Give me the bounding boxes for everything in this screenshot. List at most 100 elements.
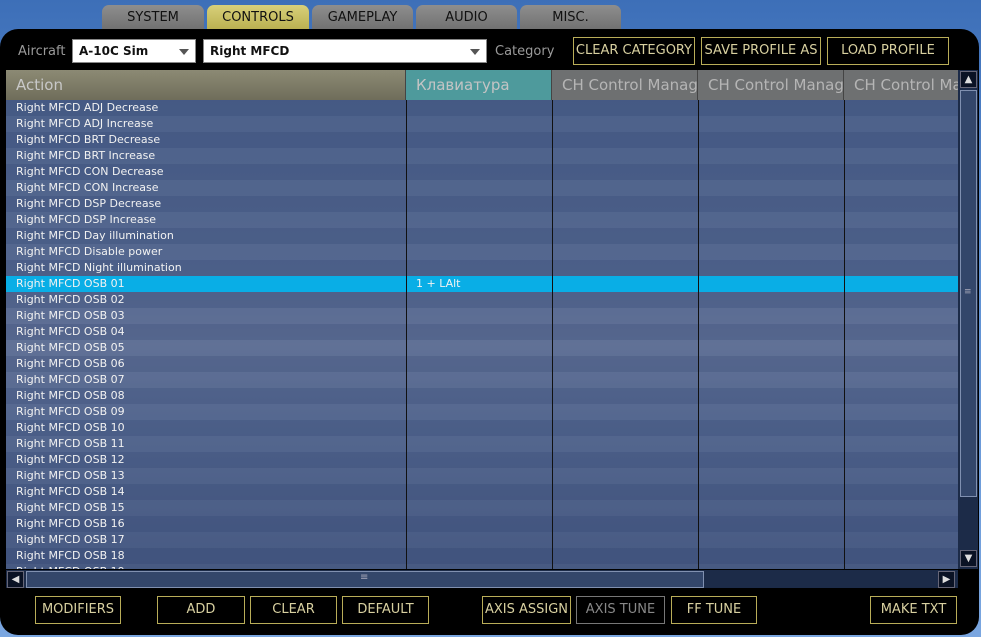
keyboard-binding-cell[interactable] xyxy=(406,212,552,228)
action-cell[interactable]: Right MFCD OSB 12 xyxy=(6,452,406,468)
action-cell[interactable]: Right MFCD OSB 17 xyxy=(6,532,406,548)
keyboard-binding-cell[interactable] xyxy=(406,132,552,148)
vertical-scroll-thumb[interactable]: ≡ xyxy=(960,90,977,497)
table-row[interactable]: Right MFCD BRT Decrease xyxy=(6,132,958,148)
add-button[interactable]: ADD xyxy=(157,596,245,624)
table-row[interactable]: Right MFCD OSB 11 xyxy=(6,436,958,452)
vertical-scrollbar[interactable]: ▲ ≡ ▼ xyxy=(958,70,978,569)
action-cell[interactable]: Right MFCD BRT Decrease xyxy=(6,132,406,148)
modifiers-button[interactable]: MODIFIERS xyxy=(35,596,121,624)
table-row[interactable]: Right MFCD ADJ Decrease xyxy=(6,100,958,116)
action-cell[interactable]: Right MFCD OSB 11 xyxy=(6,436,406,452)
keyboard-binding-cell[interactable] xyxy=(406,116,552,132)
keyboard-binding-cell[interactable] xyxy=(406,196,552,212)
scroll-left-icon[interactable]: ◀ xyxy=(7,571,24,588)
action-cell[interactable]: Right MFCD OSB 14 xyxy=(6,484,406,500)
keyboard-binding-cell[interactable] xyxy=(406,292,552,308)
table-row[interactable]: Right MFCD OSB 09 xyxy=(6,404,958,420)
table-row[interactable]: Right MFCD OSB 08 xyxy=(6,388,958,404)
table-row[interactable]: Right MFCD OSB 18 xyxy=(6,548,958,564)
keyboard-binding-cell[interactable] xyxy=(406,340,552,356)
keyboard-binding-cell[interactable] xyxy=(406,244,552,260)
table-row[interactable]: Right MFCD OSB 03 xyxy=(6,308,958,324)
device-select[interactable]: Right MFCD xyxy=(203,39,487,63)
table-row[interactable]: Right MFCD OSB 15 xyxy=(6,500,958,516)
table-row[interactable]: Right MFCD OSB 05 xyxy=(6,340,958,356)
column-header-keyboard[interactable]: Клавиатура xyxy=(406,70,552,100)
column-header-device-2[interactable]: CH Control Manager xyxy=(698,70,844,100)
table-row[interactable]: Right MFCD ADJ Increase xyxy=(6,116,958,132)
keyboard-binding-cell[interactable]: 1 + LAlt xyxy=(406,276,552,292)
load-profile-button[interactable]: LOAD PROFILE xyxy=(827,37,949,65)
action-cell[interactable]: Right MFCD OSB 01 xyxy=(6,276,406,292)
keyboard-binding-cell[interactable] xyxy=(406,564,552,569)
table-row[interactable]: Right MFCD OSB 02 xyxy=(6,292,958,308)
clear-button[interactable]: CLEAR xyxy=(250,596,337,624)
action-cell[interactable]: Right MFCD OSB 09 xyxy=(6,404,406,420)
table-row[interactable]: Right MFCD DSP Increase xyxy=(6,212,958,228)
save-profile-button[interactable]: SAVE PROFILE AS xyxy=(701,37,821,65)
table-row[interactable]: Right MFCD Day illumination xyxy=(6,228,958,244)
axis-assign-button[interactable]: AXIS ASSIGN xyxy=(482,596,571,624)
table-row[interactable]: Right MFCD OSB 13 xyxy=(6,468,958,484)
keyboard-binding-cell[interactable] xyxy=(406,324,552,340)
action-cell[interactable]: Right MFCD BRT Increase xyxy=(6,148,406,164)
keyboard-binding-cell[interactable] xyxy=(406,180,552,196)
action-cell[interactable]: Right MFCD OSB 16 xyxy=(6,516,406,532)
table-row[interactable]: Right MFCD OSB 16 xyxy=(6,516,958,532)
action-cell[interactable]: Right MFCD OSB 18 xyxy=(6,548,406,564)
keyboard-binding-cell[interactable] xyxy=(406,500,552,516)
table-row[interactable]: Right MFCD OSB 06 xyxy=(6,356,958,372)
keyboard-binding-cell[interactable] xyxy=(406,516,552,532)
keyboard-binding-cell[interactable] xyxy=(406,484,552,500)
action-cell[interactable]: Right MFCD OSB 04 xyxy=(6,324,406,340)
keyboard-binding-cell[interactable] xyxy=(406,548,552,564)
table-row[interactable]: Right MFCD Night illumination xyxy=(6,260,958,276)
keyboard-binding-cell[interactable] xyxy=(406,420,552,436)
action-cell[interactable]: Right MFCD OSB 08 xyxy=(6,388,406,404)
aircraft-select[interactable]: A-10C Sim xyxy=(72,39,196,63)
keyboard-binding-cell[interactable] xyxy=(406,532,552,548)
column-header-device-1[interactable]: CH Control Manager xyxy=(552,70,698,100)
action-cell[interactable]: Right MFCD OSB 06 xyxy=(6,356,406,372)
keyboard-binding-cell[interactable] xyxy=(406,404,552,420)
column-header-device-3[interactable]: CH Control Manager xyxy=(844,70,958,100)
table-row[interactable]: Right MFCD OSB 07 xyxy=(6,372,958,388)
keyboard-binding-cell[interactable] xyxy=(406,308,552,324)
keyboard-binding-cell[interactable] xyxy=(406,356,552,372)
table-row[interactable]: Right MFCD OSB 14 xyxy=(6,484,958,500)
table-row[interactable]: Right MFCD CON Decrease xyxy=(6,164,958,180)
action-cell[interactable]: Right MFCD Day illumination xyxy=(6,228,406,244)
clear-category-button[interactable]: CLEAR CATEGORY xyxy=(573,37,695,65)
table-row[interactable]: Right MFCD OSB 17 xyxy=(6,532,958,548)
action-cell[interactable]: Right MFCD Night illumination xyxy=(6,260,406,276)
scroll-right-icon[interactable]: ▶ xyxy=(938,571,955,588)
keyboard-binding-cell[interactable] xyxy=(406,260,552,276)
column-header-action[interactable]: Action xyxy=(6,70,406,100)
tab-misc[interactable]: MISC. xyxy=(520,5,621,31)
action-cell[interactable]: Right MFCD ADJ Increase xyxy=(6,116,406,132)
keyboard-binding-cell[interactable] xyxy=(406,372,552,388)
keyboard-binding-cell[interactable] xyxy=(406,388,552,404)
keyboard-binding-cell[interactable] xyxy=(406,452,552,468)
table-row[interactable]: Right MFCD BRT Increase xyxy=(6,148,958,164)
action-cell[interactable]: Right MFCD OSB 13 xyxy=(6,468,406,484)
keyboard-binding-cell[interactable] xyxy=(406,228,552,244)
table-row[interactable]: Right MFCD OSB 19 xyxy=(6,564,958,569)
make-txt-button[interactable]: MAKE TXT xyxy=(870,596,957,624)
table-row[interactable]: Right MFCD CON Increase xyxy=(6,180,958,196)
action-cell[interactable]: Right MFCD OSB 10 xyxy=(6,420,406,436)
action-cell[interactable]: Right MFCD ADJ Decrease xyxy=(6,100,406,116)
action-cell[interactable]: Right MFCD DSP Decrease xyxy=(6,196,406,212)
action-cell[interactable]: Right MFCD OSB 05 xyxy=(6,340,406,356)
scroll-down-icon[interactable]: ▼ xyxy=(960,550,977,567)
action-cell[interactable]: Right MFCD OSB 03 xyxy=(6,308,406,324)
action-cell[interactable]: Right MFCD CON Increase xyxy=(6,180,406,196)
action-cell[interactable]: Right MFCD OSB 07 xyxy=(6,372,406,388)
table-row[interactable]: Right MFCD OSB 10 xyxy=(6,420,958,436)
keyboard-binding-cell[interactable] xyxy=(406,468,552,484)
action-cell[interactable]: Right MFCD CON Decrease xyxy=(6,164,406,180)
scroll-up-icon[interactable]: ▲ xyxy=(960,71,977,88)
tab-controls[interactable]: CONTROLS xyxy=(207,5,309,31)
action-cell[interactable]: Right MFCD OSB 19 xyxy=(6,564,406,569)
